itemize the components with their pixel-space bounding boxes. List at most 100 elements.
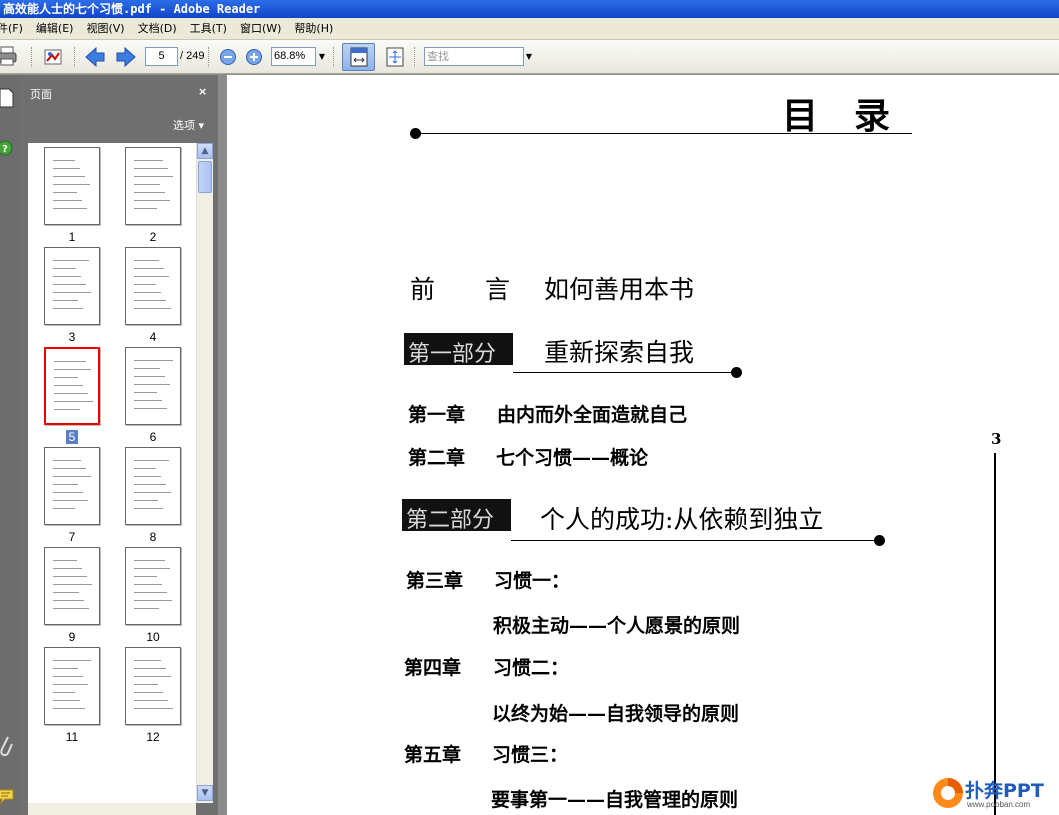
thumbnail-page[interactable]: 2 bbox=[125, 147, 185, 247]
ch4-label: 第四章 bbox=[404, 657, 462, 679]
thumbnail-page[interactable]: 12 bbox=[125, 647, 185, 747]
ch4-title: 习惯二： bbox=[493, 657, 570, 679]
thumbnail-label: 2 bbox=[125, 230, 181, 244]
part1-label: 第一部分 bbox=[408, 342, 497, 367]
thumbnail-image bbox=[125, 247, 181, 325]
thumbnail-page[interactable]: 1 bbox=[44, 147, 104, 247]
thumbnail-image bbox=[125, 447, 181, 525]
thumbnail-label: 8 bbox=[125, 530, 181, 544]
page-edge-rule bbox=[994, 453, 996, 815]
watermark-logo-icon bbox=[933, 778, 963, 808]
thumbnail-page[interactable]: 8 bbox=[125, 447, 185, 547]
thumbnail-label: 10 bbox=[125, 630, 181, 644]
watermark-url: www.pooban.com bbox=[967, 800, 1031, 809]
email-icon[interactable] bbox=[42, 46, 64, 68]
thumbnail-image bbox=[44, 247, 100, 325]
thumbnail-number: 3 bbox=[68, 330, 76, 344]
ch3-title: 习惯一： bbox=[494, 570, 571, 592]
thumbnail-page[interactable]: 7 bbox=[44, 447, 104, 547]
ch1-label: 第一章 bbox=[408, 404, 466, 426]
page-number-input[interactable]: 5 bbox=[145, 47, 178, 66]
svg-text:?: ? bbox=[2, 144, 8, 155]
thumbnail-image bbox=[44, 347, 100, 425]
menu-tools[interactable]: 工具(T) bbox=[190, 18, 227, 39]
thumbnail-image bbox=[125, 147, 181, 225]
scroll-up-icon[interactable]: ▲ bbox=[197, 143, 213, 159]
part2-rule bbox=[511, 540, 881, 541]
thumbnail-page[interactable]: 3 bbox=[44, 247, 104, 347]
menu-help[interactable]: 帮助(H) bbox=[294, 18, 333, 39]
thumbnail-image bbox=[125, 647, 181, 725]
next-page-icon[interactable] bbox=[115, 46, 137, 68]
ch5-title: 习惯三： bbox=[492, 744, 569, 766]
thumbnail-label: 7 bbox=[44, 530, 100, 544]
panel-title: 页面 bbox=[30, 88, 52, 101]
page-total: / 249 bbox=[180, 50, 205, 62]
part2-label: 第二部分 bbox=[406, 508, 495, 533]
scroll-thumb[interactable] bbox=[198, 161, 212, 193]
ch1-title: 由内而外全面造就自己 bbox=[497, 404, 688, 426]
menu-edit[interactable]: 编辑(E) bbox=[36, 18, 74, 39]
thumbnail-label: 6 bbox=[125, 430, 181, 444]
thumbnail-label: 4 bbox=[125, 330, 181, 344]
ch5-subtitle: 要事第一——自我管理的原则 bbox=[491, 789, 739, 811]
previous-page-icon[interactable] bbox=[84, 46, 106, 68]
fit-page-icon[interactable] bbox=[385, 47, 405, 67]
ch3-label: 第三章 bbox=[406, 570, 464, 592]
thumbnail-label: 3 bbox=[44, 330, 100, 344]
thumbnail-horizontal-scrollbar[interactable] bbox=[28, 803, 196, 815]
menu-document[interactable]: 文档(D) bbox=[138, 18, 177, 39]
fit-width-button[interactable] bbox=[342, 43, 375, 71]
thumbnail-number: 5 bbox=[65, 430, 79, 444]
thumbnail-number: 7 bbox=[68, 530, 76, 544]
zoom-input[interactable]: 68.8% bbox=[271, 47, 316, 66]
scroll-down-icon[interactable]: ▼ bbox=[197, 785, 213, 801]
thumbnail-image bbox=[44, 447, 100, 525]
thumbnail-image bbox=[44, 547, 100, 625]
thumbnail-number: 10 bbox=[146, 630, 160, 644]
thumbnail-label: 1 bbox=[44, 230, 100, 244]
preface-label: 前 言 bbox=[410, 275, 511, 304]
thumbnail-number: 1 bbox=[68, 230, 76, 244]
menu-file[interactable]: 件(F) bbox=[0, 18, 23, 39]
document-page[interactable]: 目 录 前 言 如何善用本书 第一部分 重新探索自我 第一章 由内而外全面造就自… bbox=[227, 75, 1059, 815]
panel-options-button[interactable]: 选项 ▾ bbox=[173, 117, 204, 133]
panel-splitter[interactable] bbox=[218, 75, 227, 815]
help-icon[interactable]: ? bbox=[0, 139, 13, 157]
part1-title: 重新探索自我 bbox=[544, 338, 695, 367]
menu-window[interactable]: 窗口(W) bbox=[240, 18, 281, 39]
zoom-out-icon[interactable] bbox=[219, 48, 237, 66]
thumbnail-label: 9 bbox=[44, 630, 100, 644]
panel-close-button[interactable]: × bbox=[198, 85, 207, 98]
thumbnail-page[interactable]: 5 bbox=[44, 347, 104, 447]
thumbnail-page[interactable]: 11 bbox=[44, 647, 104, 747]
search-input[interactable]: 查找 bbox=[424, 47, 524, 66]
print-icon[interactable] bbox=[0, 45, 19, 67]
thumbnail-number: 6 bbox=[149, 430, 157, 444]
thumbnail-page[interactable]: 9 bbox=[44, 547, 104, 647]
thumbnail-image bbox=[125, 547, 181, 625]
fit-width-icon bbox=[350, 47, 368, 67]
part1-rule-dot bbox=[731, 367, 742, 378]
attachment-icon[interactable] bbox=[0, 735, 14, 759]
thumbnail-list: 1 2 3 4 5 6 7 8 9 10 11 12 bbox=[28, 143, 196, 803]
ch2-label: 第二章 bbox=[408, 447, 466, 469]
window-title: 高效能人士的七个习惯.pdf - Adobe Reader bbox=[3, 2, 261, 16]
preface-title: 如何善用本书 bbox=[544, 275, 695, 304]
pages-tab-icon[interactable] bbox=[0, 87, 14, 109]
toc-heading: 目 录 bbox=[782, 95, 891, 137]
comments-icon[interactable] bbox=[0, 788, 15, 804]
thumbnail-page[interactable]: 4 bbox=[125, 247, 185, 347]
thumbnail-page[interactable]: 6 bbox=[125, 347, 185, 447]
thumbnail-page[interactable]: 10 bbox=[125, 547, 185, 647]
thumbnail-label: 5 bbox=[44, 430, 100, 444]
menu-view[interactable]: 视图(V) bbox=[86, 18, 124, 39]
zoom-dropdown-icon[interactable]: ▼ bbox=[316, 47, 328, 66]
zoom-in-icon[interactable] bbox=[245, 48, 263, 66]
thumbnail-number: 11 bbox=[65, 730, 79, 744]
thumbnail-number: 2 bbox=[149, 230, 157, 244]
thumbnail-image bbox=[125, 347, 181, 425]
search-dropdown-icon[interactable]: ▼ bbox=[524, 47, 534, 66]
thumbnail-scrollbar[interactable]: ▲ ▼ bbox=[196, 143, 213, 803]
thumbnail-number: 4 bbox=[149, 330, 157, 344]
